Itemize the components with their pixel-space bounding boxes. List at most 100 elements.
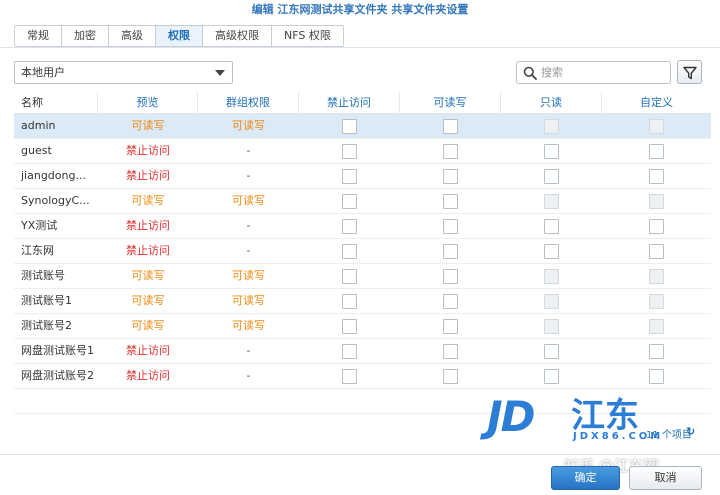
tab-encryption[interactable]: 加密 xyxy=(62,26,109,46)
no-access-checkbox[interactable] xyxy=(342,368,357,384)
read-write-checkbox[interactable] xyxy=(443,343,458,359)
read-only-checkbox-cell xyxy=(501,114,602,138)
read-write-checkbox[interactable] xyxy=(443,218,458,234)
no-access-checkbox[interactable] xyxy=(342,218,357,234)
group-permission: 可读写 xyxy=(232,269,265,282)
read-write-checkbox[interactable] xyxy=(443,168,458,184)
read-write-checkbox[interactable] xyxy=(443,318,458,334)
custom-checkbox[interactable] xyxy=(649,143,664,159)
read-only-checkbox[interactable] xyxy=(544,218,559,234)
custom-checkbox-cell xyxy=(602,139,711,163)
tab-general[interactable]: 常规 xyxy=(15,26,62,46)
read-write-checkbox[interactable] xyxy=(443,243,458,259)
read-only-checkbox-cell xyxy=(501,164,602,188)
no-access-checkbox[interactable] xyxy=(342,118,357,134)
read-only-checkbox[interactable] xyxy=(544,368,559,384)
custom-checkbox-cell xyxy=(602,164,711,188)
read-write-checkbox[interactable] xyxy=(443,268,458,284)
read-write-checkbox-cell xyxy=(400,189,501,213)
read-write-checkbox[interactable] xyxy=(443,293,458,309)
user-type-value: 本地用户 xyxy=(21,66,65,79)
user-name: 测试账号1 xyxy=(21,294,72,307)
read-write-checkbox[interactable] xyxy=(443,193,458,209)
no-access-checkbox[interactable] xyxy=(342,293,357,309)
group-permission: 可读写 xyxy=(232,319,265,332)
table-row[interactable]: 测试账号1 可读写 可读写 xyxy=(14,289,711,314)
read-only-checkbox[interactable] xyxy=(544,343,559,359)
preview-permission: 禁止访问 xyxy=(126,344,170,357)
column-header-no-access[interactable]: 禁止访问 xyxy=(299,92,400,113)
column-header-group-permission[interactable]: 群组权限 xyxy=(198,92,299,113)
table-row[interactable]: guest 禁止访问 - xyxy=(14,139,711,164)
read-only-checkbox-cell xyxy=(501,339,602,363)
user-type-select[interactable]: 本地用户 xyxy=(14,61,233,84)
read-write-checkbox-cell xyxy=(400,339,501,363)
table-row[interactable]: 测试账号2 可读写 可读写 xyxy=(14,314,711,339)
filter-button[interactable] xyxy=(677,60,702,84)
read-only-checkbox xyxy=(544,118,559,134)
custom-checkbox[interactable] xyxy=(649,368,664,384)
read-only-checkbox-cell xyxy=(501,214,602,238)
column-header-read-only[interactable]: 只读 xyxy=(501,92,602,113)
read-only-checkbox xyxy=(544,193,559,209)
column-header-custom[interactable]: 自定义 xyxy=(602,92,711,113)
table-row[interactable]: 网盘测试账号2 禁止访问 - xyxy=(14,364,711,389)
table-row[interactable]: jiangdong... 禁止访问 - xyxy=(14,164,711,189)
custom-checkbox[interactable] xyxy=(649,168,664,184)
group-permission: - xyxy=(246,169,251,182)
column-header-name[interactable]: 名称 xyxy=(14,92,98,113)
custom-checkbox[interactable] xyxy=(649,218,664,234)
no-access-checkbox-cell xyxy=(299,364,400,388)
tab-bar: 常规 加密 高级 权限 高级权限 NFS 权限 xyxy=(14,25,344,47)
user-name: YX测试 xyxy=(21,219,58,232)
column-header-preview[interactable]: 预览 xyxy=(98,92,198,113)
cancel-button[interactable]: 取消 xyxy=(629,466,702,490)
table-row[interactable]: YX测试 禁止访问 - xyxy=(14,214,711,239)
window-title: 编辑 江东网测试共享文件夹 共享文件夹设置 xyxy=(0,0,720,20)
group-permission: 可读写 xyxy=(232,119,265,132)
group-permission: - xyxy=(246,144,251,157)
custom-checkbox xyxy=(649,318,664,334)
no-access-checkbox-cell xyxy=(299,214,400,238)
tab-nfs-permissions[interactable]: NFS 权限 xyxy=(272,26,343,46)
read-only-checkbox xyxy=(544,268,559,284)
read-write-checkbox[interactable] xyxy=(443,118,458,134)
custom-checkbox[interactable] xyxy=(649,343,664,359)
read-write-checkbox[interactable] xyxy=(443,143,458,159)
read-write-checkbox[interactable] xyxy=(443,368,458,384)
no-access-checkbox[interactable] xyxy=(342,168,357,184)
custom-checkbox-cell xyxy=(602,339,711,363)
table-row[interactable]: admin 可读写 可读写 xyxy=(14,114,711,139)
read-only-checkbox[interactable] xyxy=(544,168,559,184)
tab-permissions[interactable]: 权限 xyxy=(156,26,203,46)
refresh-icon[interactable]: ↻ xyxy=(686,425,695,438)
read-only-checkbox[interactable] xyxy=(544,243,559,259)
table-row[interactable]: 网盘测试账号1 禁止访问 - xyxy=(14,339,711,364)
no-access-checkbox[interactable] xyxy=(342,318,357,334)
read-only-checkbox-cell xyxy=(501,314,602,338)
column-header-read-write[interactable]: 可读写 xyxy=(400,92,501,113)
no-access-checkbox[interactable] xyxy=(342,143,357,159)
table-row[interactable]: 江东网 禁止访问 - xyxy=(14,239,711,264)
no-access-checkbox[interactable] xyxy=(342,343,357,359)
no-access-checkbox[interactable] xyxy=(342,268,357,284)
user-name: 测试账号2 xyxy=(21,319,72,332)
read-only-checkbox[interactable] xyxy=(544,143,559,159)
read-write-checkbox-cell xyxy=(400,164,501,188)
no-access-checkbox[interactable] xyxy=(342,193,357,209)
search-input[interactable] xyxy=(541,63,666,82)
user-name: jiangdong... xyxy=(21,169,86,182)
custom-checkbox-cell xyxy=(602,214,711,238)
table-row[interactable]: SynologyC... 可读写 可读写 xyxy=(14,189,711,214)
user-name: admin xyxy=(21,119,56,132)
read-only-checkbox-cell xyxy=(501,264,602,288)
custom-checkbox[interactable] xyxy=(649,243,664,259)
search-box[interactable] xyxy=(516,61,671,84)
table-row[interactable]: 测试账号 可读写 可读写 xyxy=(14,264,711,289)
tab-advanced[interactable]: 高级 xyxy=(109,26,156,46)
user-name: guest xyxy=(21,144,52,157)
read-write-checkbox-cell xyxy=(400,264,501,288)
ok-button[interactable]: 确定 xyxy=(551,466,620,490)
no-access-checkbox[interactable] xyxy=(342,243,357,259)
tab-advanced-permissions[interactable]: 高级权限 xyxy=(203,26,272,46)
